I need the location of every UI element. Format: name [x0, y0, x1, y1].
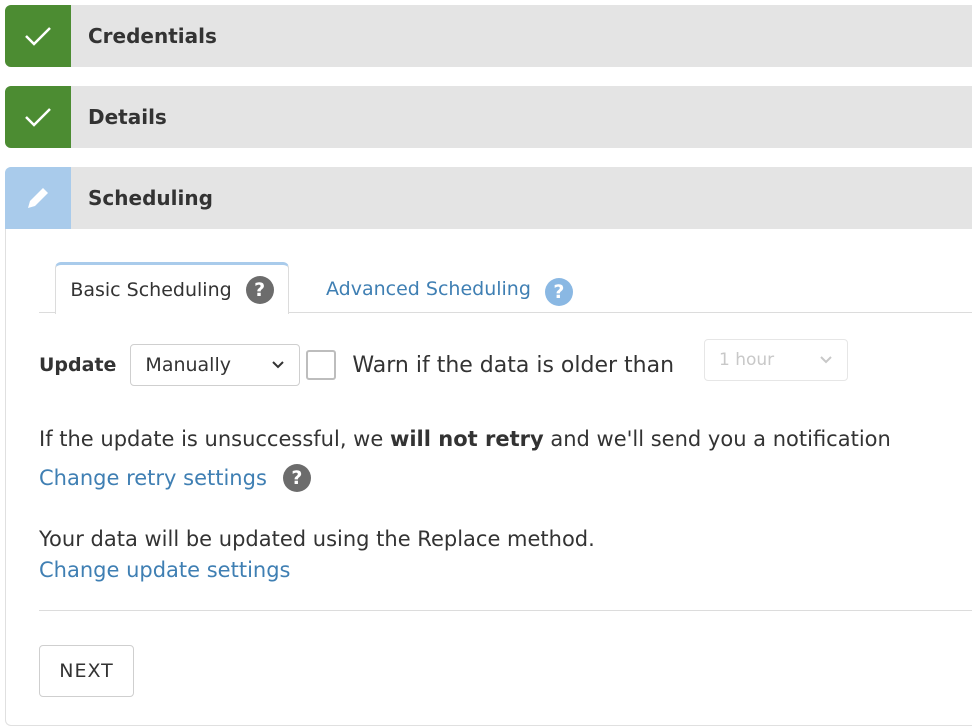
step-done-badge — [5, 5, 71, 67]
select-value: Manually — [145, 354, 231, 376]
step-done-badge — [5, 86, 71, 148]
step-details[interactable]: Details — [5, 86, 972, 148]
data-age-select[interactable]: 1 hour — [704, 339, 848, 381]
update-frequency-select[interactable]: Manually — [130, 344, 301, 386]
help-icon[interactable]: ? — [282, 464, 311, 492]
help-icon[interactable]: ? — [245, 275, 274, 304]
retry-text: and we'll send you a notification — [543, 427, 891, 451]
select-value: 1 hour — [719, 350, 775, 370]
tab-advanced-scheduling[interactable]: Advanced Scheduling ? — [326, 278, 573, 314]
chevron-down-icon — [820, 356, 832, 364]
retry-info: If the update is unsuccessful, we will n… — [39, 427, 891, 451]
retry-text: If the update is unsuccessful, we — [39, 427, 390, 451]
step-scheduling[interactable]: Scheduling — [5, 167, 972, 229]
section-divider — [39, 610, 972, 611]
check-icon — [25, 108, 51, 127]
tab-basic-scheduling[interactable]: Basic Scheduling ? — [55, 262, 289, 314]
update-row: Update Manually Warn if the data is olde… — [39, 342, 674, 388]
change-update-settings-link[interactable]: Change update settings — [39, 558, 291, 582]
check-icon — [25, 27, 51, 46]
warn-checkbox[interactable] — [306, 350, 337, 380]
help-icon[interactable]: ? — [544, 278, 573, 306]
step-credentials[interactable]: Credentials — [5, 5, 972, 67]
next-button[interactable]: NEXT — [39, 645, 134, 697]
step-edit-badge — [5, 167, 71, 229]
warn-label: Warn if the data is older than — [352, 352, 675, 378]
step-title: Credentials — [88, 24, 217, 48]
change-retry-settings-link[interactable]: Change retry settings — [39, 466, 267, 490]
pencil-icon — [28, 188, 48, 208]
step-title: Details — [88, 105, 167, 129]
method-info: Your data will be updated using the Repl… — [39, 527, 595, 551]
retry-text-bold: will not retry — [389, 427, 544, 451]
update-label: Update — [39, 354, 117, 376]
chevron-down-icon — [272, 361, 285, 369]
tab-label: Basic Scheduling — [70, 278, 232, 301]
tab-label: Advanced Scheduling — [326, 278, 531, 300]
retry-link-row: Change retry settings ? — [39, 464, 311, 492]
step-title: Scheduling — [88, 186, 213, 210]
